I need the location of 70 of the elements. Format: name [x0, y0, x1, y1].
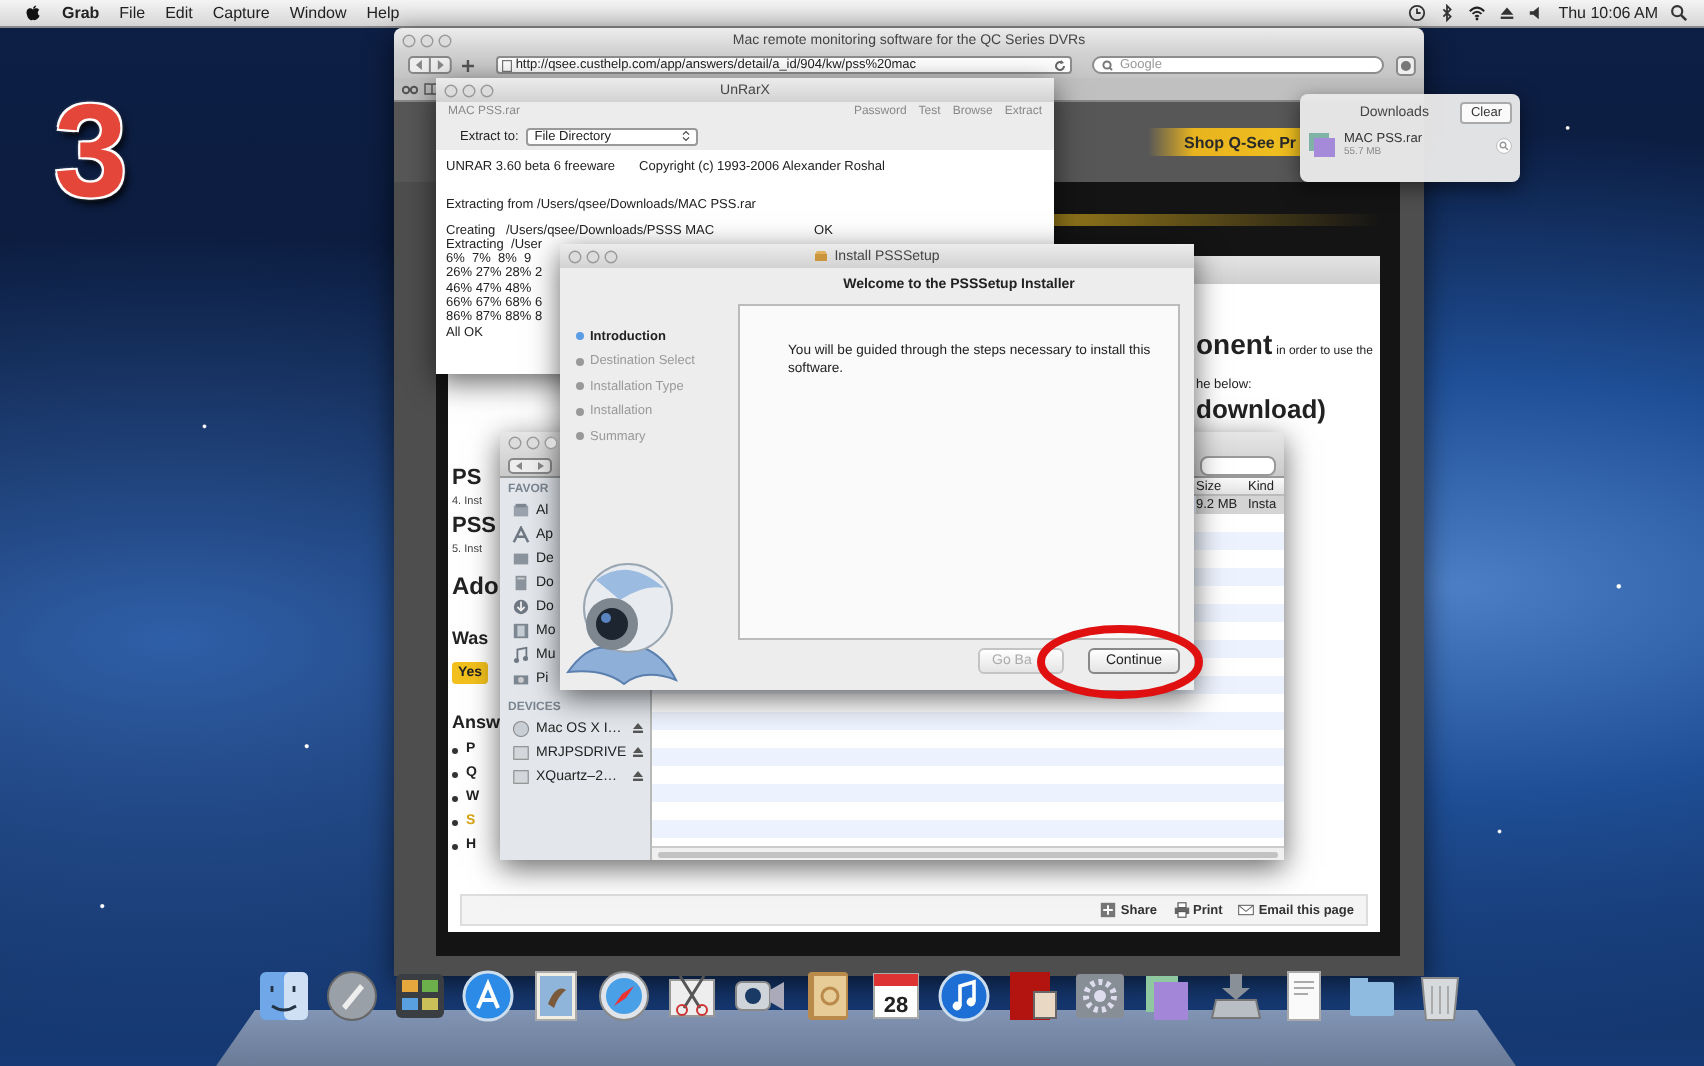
eject-icon[interactable]: [632, 722, 644, 734]
reload-icon[interactable]: [1053, 59, 1066, 71]
download-icon: [512, 597, 530, 615]
search-field[interactable]: [1200, 455, 1276, 475]
menu-item[interactable]: Edit: [165, 4, 193, 22]
compass-icon[interactable]: [599, 971, 649, 1021]
document-icon: [512, 573, 530, 591]
magnifier-icon[interactable]: [1496, 137, 1512, 153]
page-heading: PS: [452, 466, 482, 490]
search-icon[interactable]: [1670, 4, 1688, 22]
page-heading: download): [1196, 394, 1328, 424]
music-note-icon: [512, 645, 530, 663]
scrollbar-thumb[interactable]: [658, 851, 1278, 857]
video-camera-icon[interactable]: [735, 981, 784, 1011]
menu-item[interactable]: File: [119, 4, 146, 22]
bullet-icon: [452, 843, 458, 849]
app-store-icon[interactable]: [462, 970, 514, 1022]
smiling-face-icon[interactable]: [260, 972, 308, 1020]
bullet-icon: [452, 771, 458, 777]
menu-clock[interactable]: Thu 10:06 AM: [1558, 4, 1658, 22]
bullet-icon: [452, 747, 458, 753]
plus-square-icon: [1100, 902, 1117, 918]
page-heading: onent: [1196, 328, 1273, 360]
trash-icon[interactable]: [1420, 977, 1460, 1021]
eject-icon[interactable]: [632, 770, 644, 782]
camera-icon: [512, 669, 530, 687]
apple-logo-icon[interactable]: [24, 4, 42, 22]
calendar-icon[interactable]: 28: [873, 973, 919, 1019]
package-icon: [814, 250, 829, 262]
page-heading: Answ: [452, 712, 501, 734]
envelope-icon: [1238, 902, 1255, 918]
folder-icon[interactable]: [1350, 978, 1394, 1016]
bluetooth-icon[interactable]: [1438, 4, 1457, 22]
search-icon: [1101, 59, 1116, 71]
wifi-icon[interactable]: [1468, 4, 1487, 22]
menu-item[interactable]: Window: [289, 4, 347, 22]
eject-icon[interactable]: [632, 746, 645, 758]
step-number: 3: [54, 84, 128, 216]
back-forward-icon[interactable]: [408, 56, 452, 74]
page-icon: [501, 59, 512, 71]
eject-icon[interactable]: [1498, 4, 1517, 22]
stack-icon[interactable]: [1146, 976, 1188, 1020]
scissors-icon[interactable]: [669, 974, 715, 1017]
printer-icon: [1173, 902, 1189, 918]
music-note-icon[interactable]: [938, 970, 990, 1022]
film-icon: [512, 621, 530, 639]
disc-icon: [512, 719, 530, 737]
page-heading: PSS: [452, 514, 497, 538]
updown-caret-icon: [682, 130, 691, 142]
bullet-icon: [452, 819, 458, 825]
bullet-icon: [452, 795, 458, 801]
clock-icon[interactable]: [1408, 4, 1427, 22]
bird-stamp-icon[interactable]: [535, 971, 577, 1021]
shop-banner[interactable]: Shop Q-See Pr: [1148, 128, 1300, 156]
archive-icon: [1308, 132, 1336, 158]
apps-icon: [512, 525, 530, 543]
download-tray-icon[interactable]: [1210, 974, 1262, 1019]
desktop-icon: [512, 549, 530, 567]
plus-icon[interactable]: [459, 57, 476, 73]
settings-icon[interactable]: [1396, 55, 1417, 75]
menu-item[interactable]: Capture: [212, 4, 270, 22]
menu-item[interactable]: Grab: [62, 4, 100, 22]
glasses-icon[interactable]: [402, 82, 418, 96]
files-icon: [512, 501, 530, 519]
photo-grid-icon[interactable]: [396, 974, 444, 1018]
page-heading: Ado: [452, 572, 499, 600]
page-heading: Was: [452, 628, 489, 650]
menu-item[interactable]: Help: [366, 4, 400, 22]
back-forward-icon[interactable]: [508, 457, 552, 473]
curtain-icon[interactable]: [1010, 972, 1057, 1020]
